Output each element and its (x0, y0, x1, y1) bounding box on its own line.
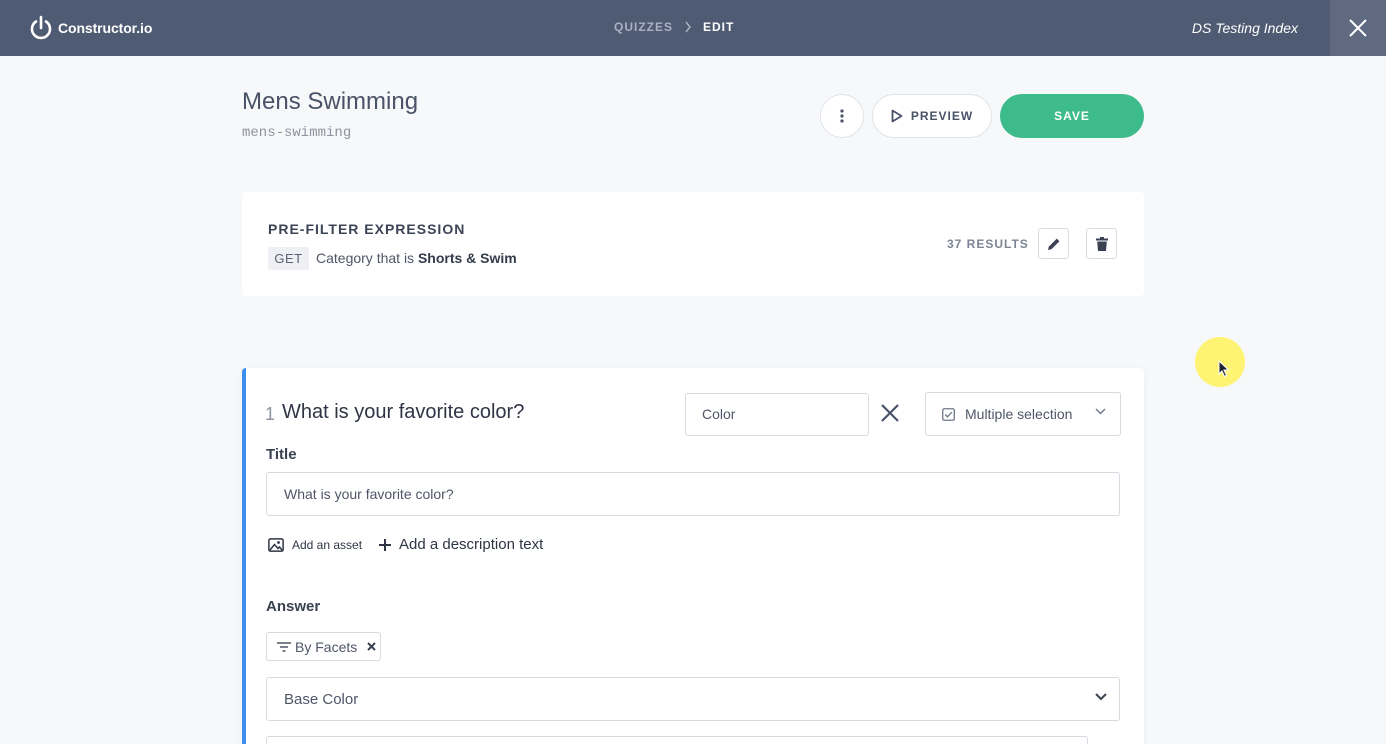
close-icon (1349, 19, 1367, 37)
prefilter-heading: PRE-FILTER EXPRESSION (268, 221, 466, 237)
breadcrumb: QUIZZES EDIT (614, 20, 734, 34)
logo[interactable]: Constructor.io (29, 15, 152, 41)
prefilter-card: PRE-FILTER EXPRESSION GET Category that … (242, 192, 1144, 296)
answer-label: Answer (266, 598, 321, 615)
checkbox-icon (942, 407, 955, 421)
title-input[interactable]: What is your favorite color? (266, 472, 1120, 516)
chevron-down-icon (1095, 693, 1107, 701)
quiz-slug: mens-swimming (242, 125, 352, 141)
answer-filter-label: By Facets (295, 638, 358, 655)
close-icon (367, 642, 376, 651)
question-heading: What is your favorite color? (282, 401, 525, 423)
prefilter-expression: Category that is Shorts & Swim (316, 250, 517, 266)
trash-icon (1095, 236, 1108, 251)
power-icon (30, 15, 52, 40)
plus-icon (379, 538, 391, 551)
breadcrumb-quizzes[interactable]: QUIZZES (614, 20, 673, 34)
remove-question-button[interactable] (880, 403, 900, 428)
preview-label: PREVIEW (910, 109, 974, 123)
breadcrumb-edit: EDIT (703, 20, 735, 34)
delete-prefilter-button[interactable] (1086, 228, 1117, 259)
question-card: 1 What is your favorite color? Color Mul… (242, 368, 1144, 744)
question-number: 1 (265, 404, 276, 424)
expression-prefix: Category that is (316, 250, 415, 266)
page-title: Mens Swimming (242, 88, 419, 115)
edit-prefilter-button[interactable] (1038, 228, 1069, 259)
filter-icon (277, 641, 291, 652)
facet-select-value: Base Color (284, 691, 359, 708)
preview-button[interactable]: PREVIEW (872, 94, 992, 138)
more-vertical-icon (840, 109, 844, 123)
add-description-label: Add a description text (399, 536, 544, 553)
facet-select[interactable]: Base Color (266, 677, 1120, 721)
add-asset-button[interactable]: Add an asset (268, 538, 362, 552)
pencil-icon (1047, 238, 1059, 250)
answer-filter-tag: By Facets (266, 632, 381, 661)
method-badge: GET (268, 247, 309, 270)
close-icon (881, 404, 899, 422)
index-name[interactable]: DS Testing Index (1192, 20, 1298, 36)
mouse-cursor-icon (1218, 360, 1230, 378)
question-key-input[interactable]: Color (685, 393, 869, 436)
expression-value: Shorts & Swim (417, 250, 517, 266)
results-count: 37 RESULTS (947, 237, 1029, 251)
remove-filter-button[interactable] (367, 642, 376, 651)
top-bar: Constructor.io QUIZZES EDIT DS Testing I… (0, 0, 1386, 56)
save-button[interactable]: SAVE (1000, 94, 1144, 138)
add-description-button[interactable]: Add a description text (379, 536, 543, 553)
image-icon (268, 538, 284, 552)
logo-text: Constructor.io (58, 20, 153, 36)
question-type-label: Multiple selection (965, 406, 1073, 422)
facet-value-select[interactable] (266, 736, 1088, 744)
play-icon (891, 109, 903, 123)
close-button[interactable] (1330, 0, 1386, 56)
chevron-down-icon (1095, 408, 1106, 415)
add-asset-label: Add an asset (292, 538, 363, 552)
chevron-right-icon (685, 21, 691, 33)
more-options-button[interactable] (820, 94, 864, 138)
title-label: Title (266, 446, 297, 463)
question-type-select[interactable]: Multiple selection (925, 392, 1121, 436)
